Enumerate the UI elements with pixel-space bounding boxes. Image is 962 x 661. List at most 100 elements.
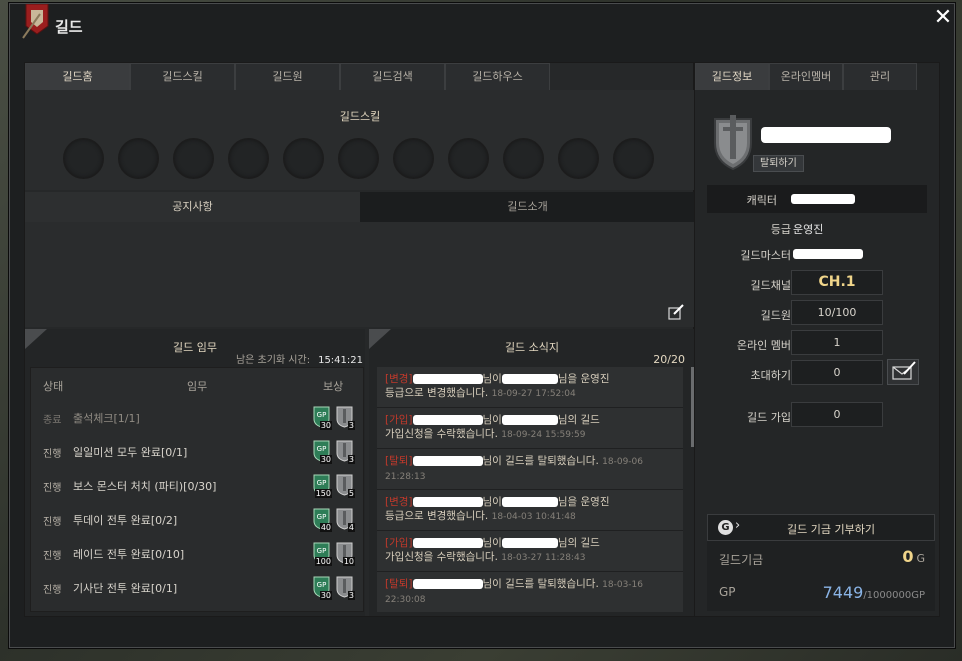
- guild-flag-icon: [22, 4, 49, 39]
- mission-status: 진행: [43, 483, 62, 494]
- skill-slot[interactable]: [63, 138, 104, 179]
- online-label: 온라인 멤버: [736, 339, 791, 352]
- mission-status: 진행: [43, 517, 62, 528]
- invite-button[interactable]: [887, 359, 919, 385]
- shield-reward-value: 10: [342, 557, 355, 566]
- skill-slot[interactable]: [338, 138, 379, 179]
- members-label: 길드원: [760, 309, 791, 322]
- tab-guild-home[interactable]: 길드홈: [25, 63, 130, 90]
- donate-fund-button[interactable]: G › 길드 기금 기부하기: [707, 514, 935, 541]
- news-date: 18-09-27 17:52:04: [491, 389, 576, 399]
- guild-mission-section: 길드 임무 남은 초기화 시간: 15:41:21 상태 임무 보상 종료 출석체크…: [25, 329, 365, 616]
- character-row: 캐릭터: [707, 185, 927, 213]
- svg-text:GP: GP: [317, 445, 327, 453]
- svg-text:GP: GP: [317, 479, 327, 487]
- members-row: 길드원 10/100: [695, 300, 941, 328]
- skill-slot[interactable]: [558, 138, 599, 179]
- gp-reward-icon: GP 30: [313, 406, 332, 430]
- master-label: 길드마스터: [740, 249, 791, 262]
- tab-guild-info[interactable]: 길드정보: [695, 63, 769, 90]
- reset-timer-label: 남은 초기화 시간:: [235, 355, 311, 366]
- gp-label: GP: [719, 585, 736, 599]
- master-row: 길드마스터: [695, 240, 941, 268]
- tab-online-members[interactable]: 온라인멤버: [769, 63, 843, 90]
- guild-name-redacted: [761, 127, 891, 143]
- fund-amount: 0G: [902, 547, 925, 566]
- svg-text:GP: GP: [317, 581, 327, 589]
- notice-tabs: 공지사항 길드소개: [25, 192, 695, 222]
- tab-guild-house[interactable]: 길드하우스: [445, 63, 550, 90]
- skill-slot[interactable]: [393, 138, 434, 179]
- gp-reward-value: 30: [319, 591, 332, 600]
- mission-name: 레이드 전투 완료[0/10]: [73, 548, 185, 561]
- mission-row: 진행 투데이 전투 완료[0/2] GP 40 4: [31, 502, 363, 536]
- gp-reward-value: 150: [314, 489, 332, 498]
- news-tag: [가입]: [385, 537, 413, 549]
- news-text: 님이: [482, 373, 502, 385]
- gp-reward-icon: GP 150: [313, 474, 332, 498]
- skill-slot[interactable]: [283, 138, 324, 179]
- mission-row: 진행 일일미션 모두 완료[0/1] GP 30 3: [31, 434, 363, 468]
- news-date: 18-03-27 11:28:43: [501, 553, 586, 563]
- skill-slot[interactable]: [228, 138, 269, 179]
- grade-value: 운영진: [793, 223, 824, 236]
- skill-slot[interactable]: [503, 138, 544, 179]
- tab-guild-members[interactable]: 길드원: [235, 63, 340, 90]
- channel-value: CH.1: [791, 270, 883, 295]
- invite-row: 초대하기 0: [695, 359, 941, 388]
- members-value: 10/100: [791, 300, 883, 325]
- skill-slot[interactable]: [613, 138, 654, 179]
- mission-status: 진행: [43, 585, 62, 596]
- news-text-tail: 님을 운영진: [557, 496, 610, 508]
- shield-reward-icon: 5: [336, 474, 355, 498]
- close-button[interactable]: ✕: [932, 7, 954, 30]
- tab-guild-search[interactable]: 길드검색: [340, 63, 445, 90]
- news-item: [탈퇴] 님이 길드를 탈퇴했습니다. 18-09-06 21:28:13: [377, 449, 683, 490]
- online-row: 온라인 멤버 1: [695, 330, 941, 358]
- skill-slot[interactable]: [448, 138, 489, 179]
- mission-status: 진행: [43, 449, 62, 460]
- mission-row: 진행 레이드 전투 완료[0/10] GP 100 10: [31, 536, 363, 570]
- fund-row: 길드기금 0G: [707, 541, 935, 575]
- news-text-line2: 가입신청을 수락했습니다.: [385, 428, 498, 440]
- gp-row: GP 7449/1000000GP: [707, 575, 935, 609]
- news-title: 길드 소식지: [504, 341, 560, 354]
- invite-label: 초대하기: [750, 369, 791, 382]
- character-name-redacted: [791, 194, 855, 204]
- tab-manage[interactable]: 관리: [843, 63, 917, 90]
- header-mission: 임무: [187, 380, 208, 393]
- leave-guild-button[interactable]: 탈퇴하기: [753, 155, 804, 172]
- shield-reward-icon: 3: [336, 576, 355, 600]
- news-list[interactable]: [변경] 님이 님을 운영진 등급으로 변경했습니다. 18-09-27 17:52:…: [377, 367, 683, 612]
- mission-table-header: 상태 임무 보상: [31, 368, 363, 400]
- shield-reward-icon: 3: [336, 440, 355, 464]
- grade-row: 등급 운영진: [695, 214, 941, 242]
- skill-slot[interactable]: [173, 138, 214, 179]
- news-item: [탈퇴] 님이 길드를 탈퇴했습니다. 18-03-16 22:30:08: [377, 572, 683, 612]
- mission-name: 보스 몬스터 처치 (파티)[0/30]: [73, 480, 217, 493]
- news-text: 님이 길드를 탈퇴했습니다.: [482, 455, 599, 467]
- shield-reward-value: 3: [347, 591, 355, 600]
- fund-unit: G: [916, 552, 925, 565]
- title-bar[interactable]: 길드: [10, 4, 954, 44]
- mission-row: 종료 출석체크[1/1] GP 30 3: [31, 400, 363, 434]
- tab-notice[interactable]: 공지사항: [25, 192, 360, 222]
- gp-reward-icon: GP 30: [313, 576, 332, 600]
- tab-guild-intro[interactable]: 길드소개: [360, 192, 695, 222]
- gp-amount: 7449/1000000GP: [823, 583, 925, 602]
- header-status: 상태: [43, 380, 64, 393]
- shield-reward-value: 3: [347, 455, 355, 464]
- shield-reward-value: 4: [347, 523, 355, 532]
- gp-max: /1000000GP: [863, 590, 925, 601]
- news-text: 님이: [482, 414, 502, 426]
- fund-box: 길드기금 0G GP 7449/1000000GP: [707, 541, 935, 611]
- mission-row: 진행 보스 몬스터 처치 (파티)[0/30] GP 150 5: [31, 468, 363, 502]
- notice-body: [25, 222, 695, 327]
- edit-icon[interactable]: [667, 303, 685, 321]
- guild-info-panel: 길드정보 온라인멤버 관리 탈퇴하기 캐릭터 등급 운영진 길드마스터 길드채널…: [694, 62, 940, 617]
- tab-guild-skill[interactable]: 길드스킬: [130, 63, 235, 90]
- skill-slot[interactable]: [118, 138, 159, 179]
- mission-name: 출석체크[1/1]: [73, 412, 140, 425]
- redacted-name: [501, 374, 558, 384]
- mission-name: 기사단 전투 완료[0/1]: [73, 582, 178, 595]
